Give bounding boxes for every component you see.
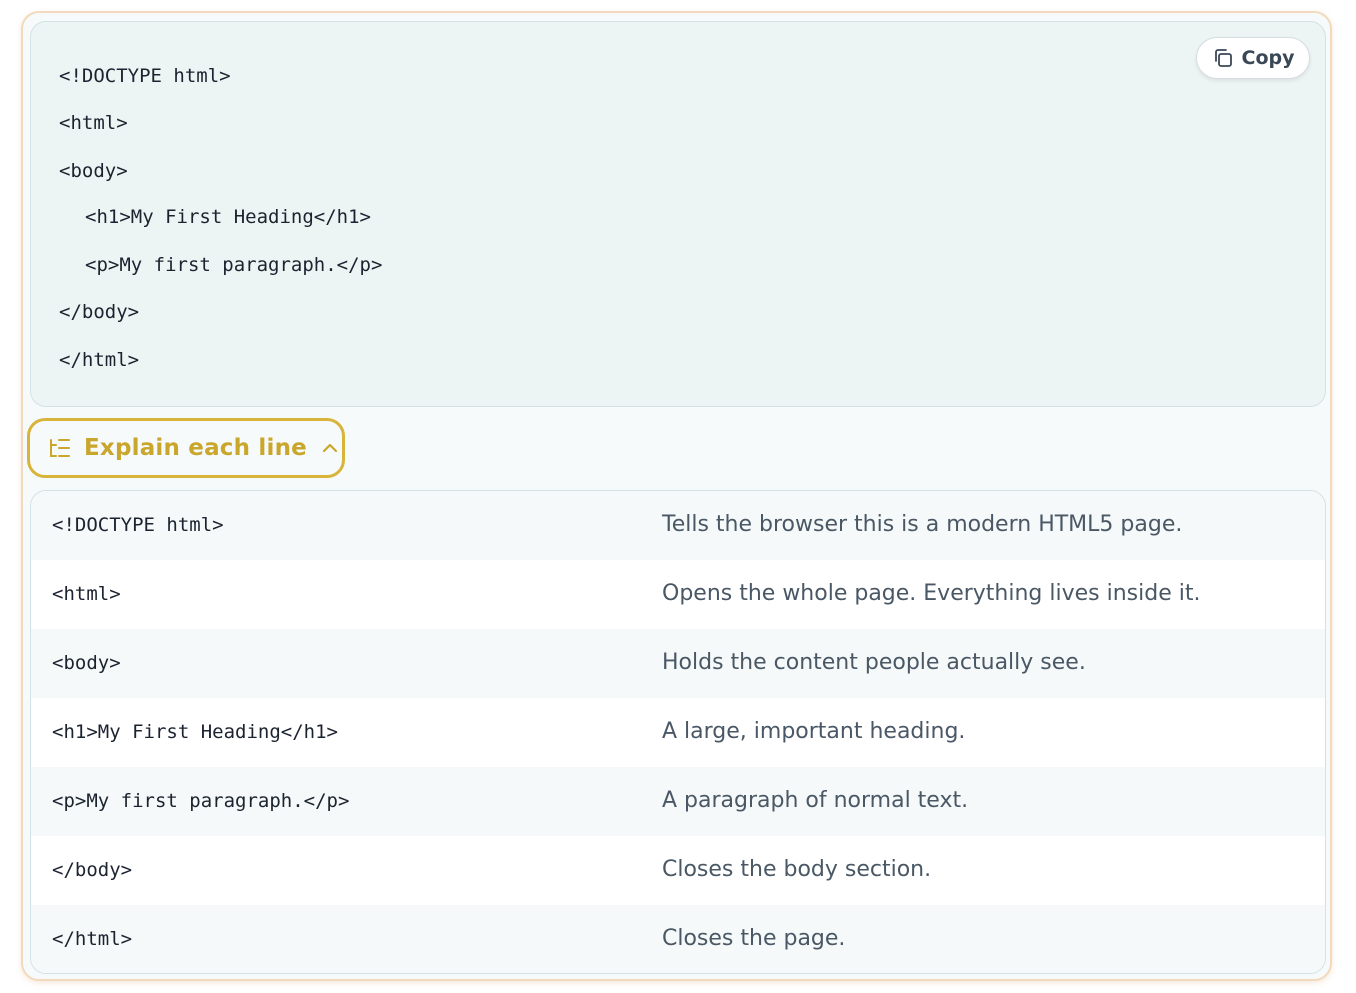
code-line: <body> bbox=[59, 160, 128, 182]
row-description: Tells the browser this is a modern HTML5… bbox=[662, 512, 1183, 537]
row-description: A large, important heading. bbox=[662, 719, 966, 744]
list-tree-icon bbox=[48, 437, 72, 459]
copy-label: Copy bbox=[1241, 47, 1295, 69]
code-line: </body> bbox=[59, 301, 140, 323]
table-row: </body> Closes the body section. bbox=[31, 836, 1325, 905]
copy-icon bbox=[1212, 47, 1234, 69]
table-row: </html> Closes the page. bbox=[31, 905, 1325, 973]
row-code: <body> bbox=[52, 652, 121, 674]
row-code: <!DOCTYPE html> bbox=[52, 514, 224, 536]
row-code: <p>My first paragraph.</p> bbox=[52, 790, 350, 812]
row-code: </html> bbox=[52, 928, 133, 950]
row-description: Closes the page. bbox=[662, 926, 846, 951]
code-line: <!DOCTYPE html> bbox=[59, 65, 231, 87]
row-description: Closes the body section. bbox=[662, 857, 932, 882]
table-row: <html> Opens the whole page. Everything … bbox=[31, 560, 1325, 629]
table-row: <p>My first paragraph.</p> A paragraph o… bbox=[31, 767, 1325, 836]
code-line: <html> bbox=[59, 112, 128, 134]
code-line: </html> bbox=[59, 349, 140, 371]
row-code: </body> bbox=[52, 859, 133, 881]
table-row: <!DOCTYPE html> Tells the browser this i… bbox=[31, 491, 1325, 560]
explain-each-line-toggle[interactable]: Explain each line bbox=[27, 418, 345, 478]
row-code: <html> bbox=[52, 583, 121, 605]
row-code: <h1>My First Heading</h1> bbox=[52, 721, 338, 743]
table-row: <h1>My First Heading</h1> A large, impor… bbox=[31, 698, 1325, 767]
table-row: <body> Holds the content people actually… bbox=[31, 629, 1325, 698]
row-description: A paragraph of normal text. bbox=[662, 788, 969, 813]
code-line: <p>My first paragraph.</p> bbox=[85, 254, 383, 276]
explain-label: Explain each line bbox=[84, 435, 307, 461]
chevron-up-icon bbox=[321, 442, 339, 454]
explanation-table: <!DOCTYPE html> Tells the browser this i… bbox=[30, 490, 1326, 974]
code-line: <h1>My First Heading</h1> bbox=[85, 206, 371, 228]
code-block: <!DOCTYPE html> <html> <body> <h1>My Fir… bbox=[30, 21, 1326, 407]
row-description: Holds the content people actually see. bbox=[662, 650, 1086, 675]
row-description: Opens the whole page. Everything lives i… bbox=[662, 581, 1201, 606]
copy-button[interactable]: Copy bbox=[1196, 37, 1310, 79]
